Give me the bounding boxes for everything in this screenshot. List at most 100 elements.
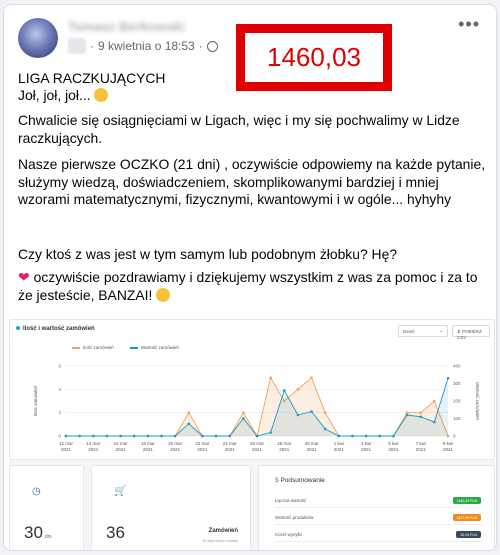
x-tick-label-year: 2021	[307, 447, 318, 452]
x-tick-label: 26 mar	[250, 441, 265, 446]
series-point-0	[405, 411, 409, 414]
x-tick-label-year: 2021	[116, 447, 127, 452]
x-tick-label: 5 kwi	[388, 441, 398, 446]
series-point-0	[242, 411, 245, 414]
x-tick-label-year: 2021	[443, 447, 454, 452]
series-point-1	[323, 427, 327, 431]
series-point-1	[173, 434, 177, 438]
days-unit: dni	[44, 534, 52, 540]
y-tick-label: 0	[58, 434, 61, 439]
summary-title-text: Podsumowanie	[280, 477, 325, 484]
post-title-line: LIGA RACZKUJĄCYCH	[18, 70, 166, 86]
summary-title: $ Podsumowanie	[275, 477, 325, 484]
clock-icon: ◷	[32, 486, 41, 497]
series-point-1	[160, 434, 163, 438]
x-tick-label: 22 mar	[195, 441, 210, 446]
x-tick-label-year: 2021	[279, 447, 290, 452]
series-point-1	[446, 376, 450, 380]
x-tick-label: 14 mar	[86, 441, 101, 446]
orders-count: 36	[106, 523, 125, 542]
x-tick-label-year: 2021	[143, 447, 154, 452]
post-line2: Joł, joł, joł...	[18, 87, 488, 105]
post-paragraph2: Nasze pierwsze OCZKO (21 dni) , oczywiśc…	[18, 156, 486, 207]
group-badge-icon	[68, 38, 86, 54]
summary-label: Wartość produktów	[275, 515, 314, 520]
y2-tick-label: 400	[453, 364, 461, 369]
summary-label: Koszt wysyłki	[275, 532, 302, 537]
smile-emoji-icon	[156, 287, 171, 302]
orders-card: 🛒 36 Zamówień W wybranym czasie	[91, 465, 251, 550]
x-tick-label-year: 2021	[334, 447, 345, 452]
summary-value-pill: 32,04 PLN	[456, 531, 481, 538]
series-point-1	[242, 417, 245, 420]
series-point-1	[214, 434, 218, 438]
y-tick-label: 6	[58, 364, 61, 369]
series-point-1	[378, 434, 382, 438]
x-tick-label: 7 kwi	[416, 441, 426, 446]
author-name[interactable]: Tomasz Berkowski	[68, 19, 184, 34]
y2-tick-label: 0	[453, 434, 456, 439]
series-point-1	[364, 434, 368, 438]
x-tick-label-year: 2021	[225, 447, 236, 452]
more-options-icon[interactable]: •••	[458, 15, 480, 33]
x-tick-label: 9 kwi	[443, 441, 453, 446]
smile-emoji-icon	[94, 88, 109, 102]
series-point-1	[282, 389, 286, 392]
series-point-0	[296, 388, 300, 391]
series-point-1	[296, 413, 300, 417]
series-point-1	[91, 434, 95, 438]
series-point-1	[351, 434, 354, 438]
summary-label: Łączna wartość	[275, 498, 307, 503]
avatar[interactable]	[18, 18, 58, 58]
series-point-1	[105, 434, 109, 438]
x-tick-label-year: 2021	[197, 447, 208, 452]
series-point-1	[132, 434, 136, 438]
series-point-1	[119, 434, 122, 438]
series-point-0	[433, 399, 436, 403]
series-point-1	[392, 434, 395, 438]
x-tick-label: 24 mar	[223, 441, 238, 446]
x-tick-label: 12 mar	[59, 441, 74, 446]
x-tick-label: 16 mar	[114, 441, 129, 446]
dollar-icon: $	[275, 477, 279, 484]
series-point-1	[78, 434, 81, 438]
summary-card: $ Podsumowanie Łączna wartość 1460,03 PL…	[258, 465, 495, 550]
post-paragraph4-text: oczywiście pozdrawiamy i dziękujemy wszy…	[18, 269, 478, 303]
days-number: 30	[24, 523, 43, 542]
days-card: ◷ 30 dni	[9, 465, 84, 550]
days-value: 30 dni	[24, 523, 52, 543]
series-point-1	[146, 434, 150, 438]
x-tick-label-year: 2021	[61, 447, 72, 452]
x-tick-label-year: 2021	[388, 447, 399, 452]
series-point-1	[310, 410, 313, 413]
summary-value-pill: 1460,03 PLN	[452, 497, 481, 504]
series-point-1	[255, 434, 259, 438]
meta-separator: ·	[198, 39, 203, 53]
post-meta: · 9 kwietnia o 18:53 ·	[68, 38, 218, 54]
series-area-0	[66, 377, 448, 436]
post-paragraph3: Czy ktoś z was jest w tym samym lub podo…	[18, 246, 398, 262]
series-point-1	[187, 422, 191, 426]
series-point-1	[64, 434, 68, 438]
y2-tick-label: 100	[453, 416, 461, 421]
post-paragraph1: Chwalicie się osiągnięciami w Ligach, wi…	[18, 112, 460, 146]
post-line2-text: Joł, joł, joł...	[18, 87, 91, 103]
series-point-0	[419, 411, 423, 414]
facebook-post: Tomasz Berkowski · 9 kwietnia o 18:53 · …	[3, 4, 497, 551]
series-point-0	[310, 376, 313, 379]
globe-icon	[206, 40, 218, 52]
post-timestamp[interactable]: 9 kwietnia o 18:53	[98, 39, 195, 53]
series-point-1	[228, 434, 232, 438]
summary-row-total: Łączna wartość 1460,03 PLN	[275, 494, 481, 508]
series-point-1	[201, 434, 204, 438]
x-tick-label-year: 2021	[361, 447, 372, 452]
post-paragraph4: ❤ oczywiście pozdrawiamy i dziękujemy ws…	[18, 269, 488, 304]
x-tick-label-year: 2021	[416, 447, 427, 452]
series-point-1	[419, 415, 423, 419]
x-tick-label: 30 mar	[305, 441, 320, 446]
series-point-1	[337, 434, 341, 438]
dashboard-screenshot: Ilość i wartość zamówień Dzień ⌄ ⬇ POBIE…	[9, 319, 495, 550]
y-tick-label: 2	[58, 410, 61, 415]
series-point-0	[323, 411, 327, 414]
series-line-1	[66, 378, 449, 437]
